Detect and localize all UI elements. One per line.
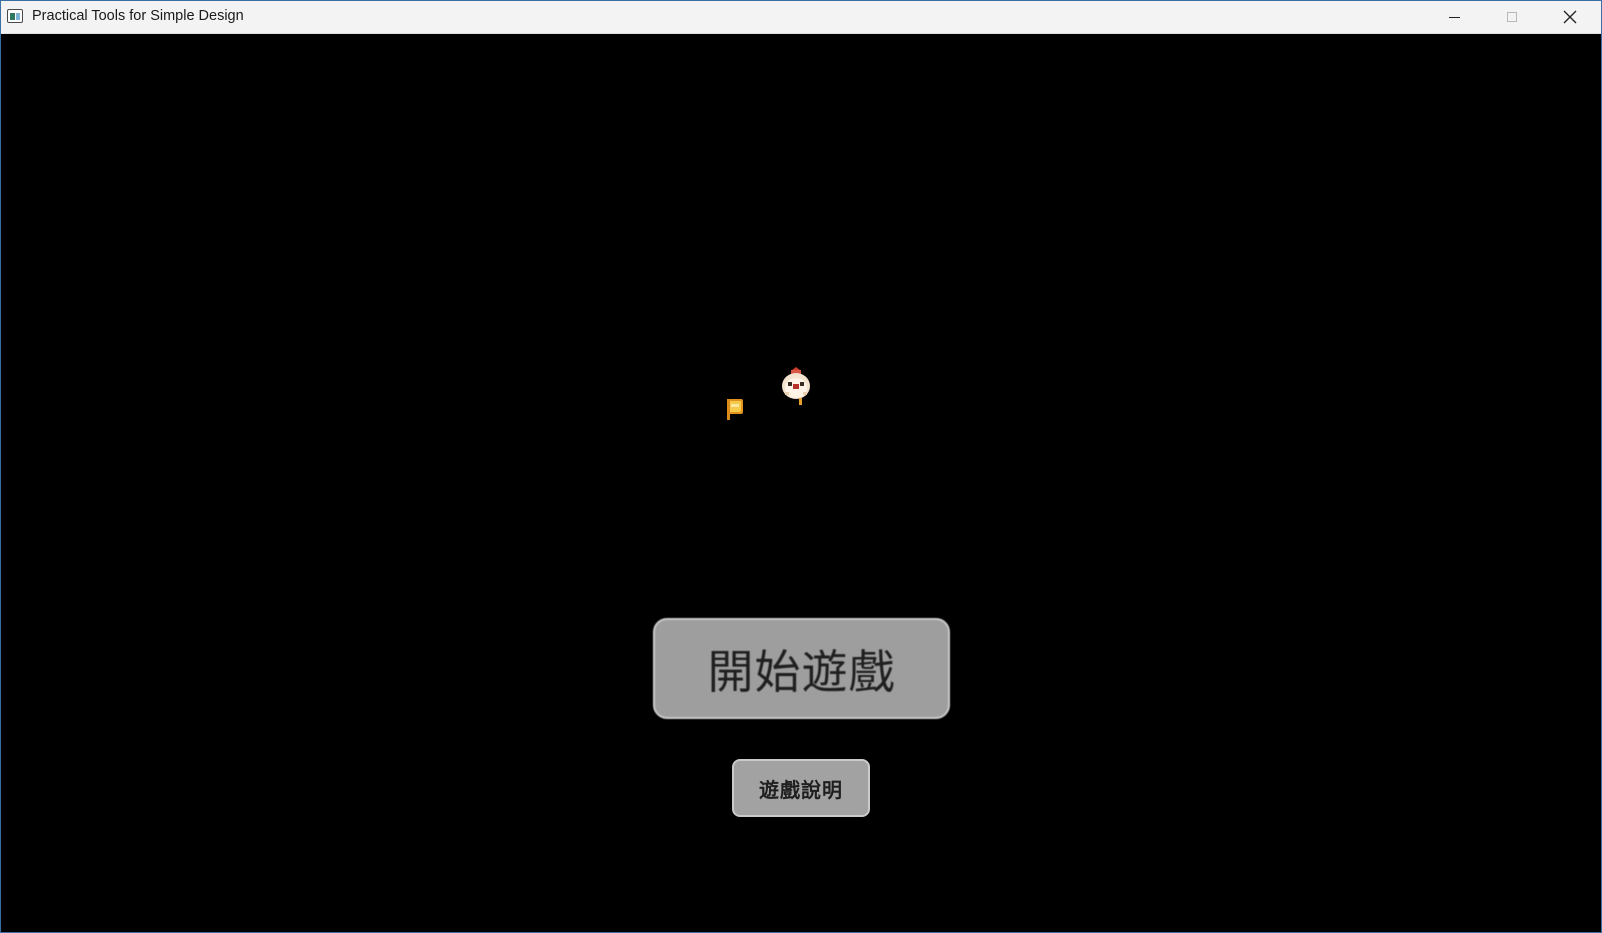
start-game-button[interactable]: 開始遊戲	[653, 618, 950, 719]
minimize-icon	[1448, 16, 1460, 18]
window-title: Practical Tools for Simple Design	[32, 8, 244, 24]
app-icon	[7, 9, 23, 23]
maximize-icon	[1507, 12, 1517, 22]
app-window: Practical Tools for Simple Design 開始遊戲 遊…	[0, 0, 1602, 933]
chicken-sprite	[782, 367, 810, 405]
flag-sprite	[727, 399, 743, 420]
game-canvas[interactable]: 開始遊戲 遊戲說明	[1, 34, 1601, 932]
game-instructions-button[interactable]: 遊戲說明	[732, 759, 870, 817]
maximize-button[interactable]	[1483, 1, 1541, 33]
title-bar[interactable]: Practical Tools for Simple Design	[1, 1, 1601, 34]
minimize-button[interactable]	[1425, 1, 1483, 33]
close-button[interactable]	[1541, 1, 1599, 33]
close-icon	[1563, 10, 1577, 24]
